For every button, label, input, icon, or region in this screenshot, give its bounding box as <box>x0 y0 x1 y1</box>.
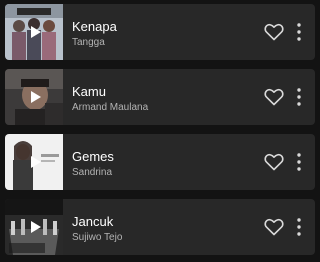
track-title: Jancuk <box>72 214 114 229</box>
heart-icon[interactable] <box>264 88 284 106</box>
album-cover-kenapa[interactable] <box>5 4 63 60</box>
track-row-kamu[interactable]: Kamu Armand Maulana <box>5 69 315 125</box>
track-artist: Armand Maulana <box>72 102 149 113</box>
heart-icon[interactable] <box>264 23 284 41</box>
track-row-gemes[interactable]: Gemes Sandrina <box>5 134 315 190</box>
play-icon <box>31 221 41 233</box>
play-icon <box>31 156 41 168</box>
more-options-icon[interactable] <box>294 150 304 174</box>
album-cover-kamu[interactable] <box>5 69 63 125</box>
track-artist: Tangga <box>72 37 105 48</box>
track-row-kenapa[interactable]: Kenapa Tangga <box>5 4 315 60</box>
track-row-jancuk[interactable]: Jancuk Sujiwo Tejo <box>5 199 315 255</box>
more-options-icon[interactable] <box>294 215 304 239</box>
track-artist: Sujiwo Tejo <box>72 232 123 243</box>
track-artist: Sandrina <box>72 167 113 178</box>
more-options-icon[interactable] <box>294 85 304 109</box>
track-title: Kamu <box>72 84 106 99</box>
heart-icon[interactable] <box>264 153 284 171</box>
track-title: Gemes <box>72 149 114 164</box>
more-options-icon[interactable] <box>294 20 304 44</box>
heart-icon[interactable] <box>264 218 284 236</box>
album-cover-jancuk[interactable] <box>5 199 63 255</box>
track-list: Kenapa Tangga Kamu Armand Maulana Gemes … <box>0 0 320 262</box>
play-icon <box>31 26 41 38</box>
track-title: Kenapa <box>72 19 117 34</box>
play-icon <box>31 91 41 103</box>
album-cover-gemes[interactable] <box>5 134 63 190</box>
